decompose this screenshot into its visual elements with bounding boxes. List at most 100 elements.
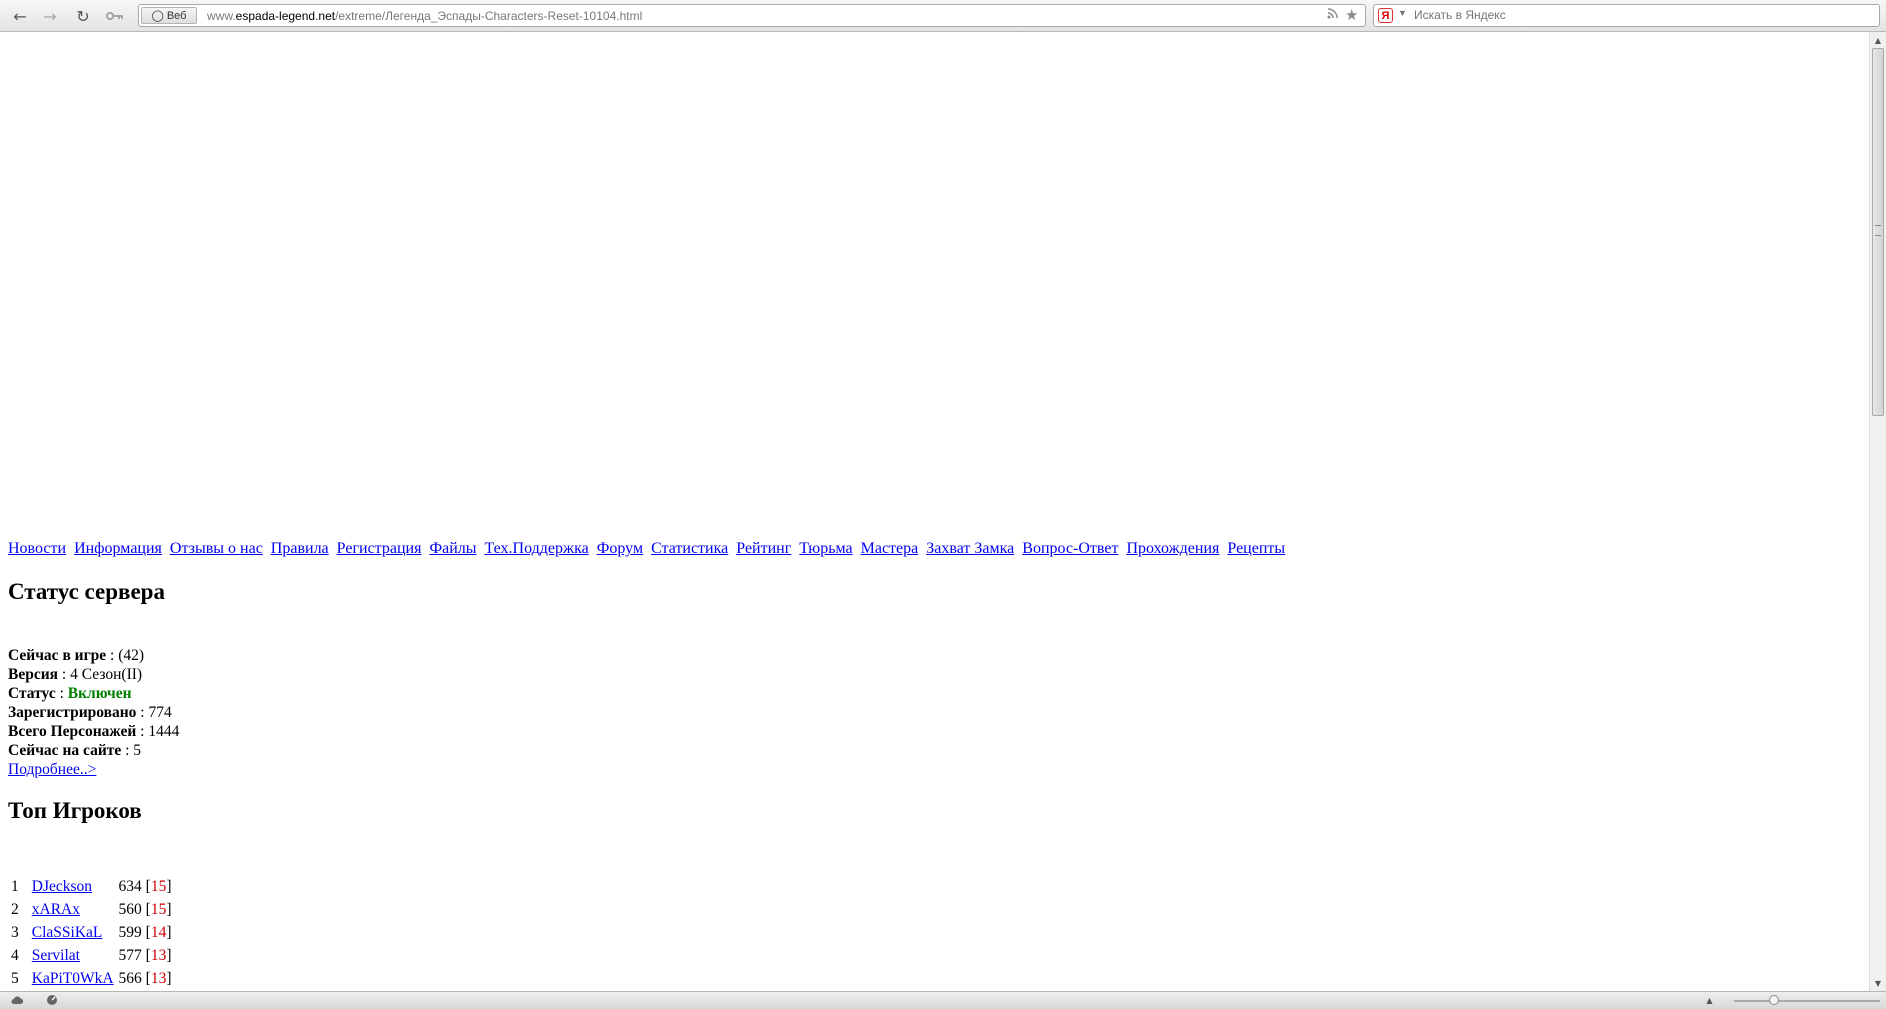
site-nav-menu: Новости Информация Отзывы о нас Правила … (8, 540, 1289, 558)
version-value: : 4 Сезон(II) (58, 666, 143, 683)
player-level: 15 (150, 877, 167, 895)
online-value: : (42) (106, 647, 145, 664)
web-chip[interactable]: ◯ Веб (141, 7, 197, 24)
player-score: 634 (118, 877, 142, 895)
player-score: 577 (118, 946, 142, 964)
player-link[interactable]: DJeckson (32, 878, 92, 895)
nav-link-support[interactable]: Тех.Поддержка (485, 540, 589, 557)
player-level: 13 (150, 969, 167, 987)
back-arrow-icon[interactable]: ← (9, 5, 31, 27)
player-level: 13 (150, 946, 167, 964)
nav-link-masters[interactable]: Мастера (861, 540, 919, 557)
player-link[interactable]: ClaSSiKaL (32, 924, 103, 941)
registered-row: Зарегистрировано : 774 (8, 703, 179, 722)
score-cell: 560 [15] (118, 900, 172, 918)
scroll-down-icon[interactable]: ▼ (1870, 975, 1886, 991)
nav-link-faq[interactable]: Вопрос-Ответ (1022, 540, 1118, 557)
version-row: Версия : 4 Сезон(II) (8, 665, 179, 684)
speed-icon[interactable] (45, 994, 58, 1006)
zoom-slider[interactable] (1734, 1000, 1880, 1002)
cloud-icon[interactable] (11, 994, 24, 1006)
nav-link-walkthroughs[interactable]: Прохождения (1126, 540, 1219, 557)
url-text[interactable]: www.espada-legend.net/extreme/Легенда_Эс… (207, 9, 642, 23)
rank-cell: 3 (11, 923, 19, 941)
yandex-logo-icon[interactable]: Я (1378, 8, 1393, 23)
registered-value: : 774 (136, 704, 172, 721)
nav-link-files[interactable]: Файлы (429, 540, 476, 557)
rank-cell: 4 (11, 946, 19, 964)
characters-label: Всего Персонажей (8, 723, 137, 740)
url-host: espada-legend.net (235, 9, 336, 23)
online-label: Сейчас в игре (8, 647, 107, 664)
player-name-cell: Servilat (29, 944, 116, 967)
player-level: 14 (150, 923, 167, 941)
browser-status-bar: ▲ (0, 991, 1886, 1009)
player-level: 15 (150, 900, 167, 918)
search-box[interactable]: Я ▼ (1373, 4, 1880, 27)
rss-icon[interactable] (1327, 8, 1338, 23)
url-path: /extreme/Легенда_Эспады-Characters-Reset… (335, 9, 643, 23)
score-cell: 599 [14] (118, 923, 172, 941)
player-name-cell: xARAx (29, 898, 116, 921)
chevron-up-icon[interactable]: ▲ (1703, 994, 1716, 1006)
scrollbar-thumb[interactable] (1872, 48, 1884, 416)
forward-arrow-icon[interactable]: → (39, 5, 61, 27)
player-link[interactable]: Servilat (32, 947, 80, 964)
top-players-heading: Топ Игроков (8, 798, 142, 823)
registered-label: Зарегистрировано (8, 704, 137, 721)
status-badge: Включен (67, 685, 132, 702)
online-row: Сейчас в игре : (42) (8, 646, 179, 665)
chevron-down-icon[interactable]: ▼ (1398, 8, 1407, 18)
server-status-block: Сейчас в игре : (42) Версия : 4 Сезон(II… (8, 646, 179, 779)
url-prefix: www. (207, 9, 236, 23)
more-row: Подробнее..> (8, 760, 179, 779)
player-link[interactable]: KaPiT0WkA (32, 970, 114, 987)
reload-icon[interactable]: ↻ (72, 5, 94, 27)
player-score: 566 (118, 969, 142, 987)
rank-cell: 5 (11, 969, 19, 987)
player-score: 599 (118, 923, 142, 941)
table-row: 1 DJeckson 634 [15] (8, 875, 174, 898)
characters-row: Всего Персонажей : 1444 (8, 722, 179, 741)
page-viewport: Новости Информация Отзывы о нас Правила … (0, 32, 1869, 991)
table-row: 4 Servilat 577 [13] (8, 944, 174, 967)
nav-link-castle-siege[interactable]: Захват Замка (926, 540, 1014, 557)
banner-area (0, 32, 1860, 532)
characters-value: : 1444 (136, 723, 180, 740)
score-cell: 634 [15] (118, 877, 172, 895)
player-link[interactable]: xARAx (32, 901, 80, 918)
zoom-slider-handle[interactable] (1769, 995, 1779, 1005)
player-name-cell: KaPiT0WkA (29, 967, 116, 990)
scroll-up-icon[interactable]: ▲ (1870, 32, 1886, 48)
nav-link-recipes[interactable]: Рецепты (1227, 540, 1285, 557)
grip-icon (1875, 225, 1881, 236)
key-icon[interactable] (104, 5, 126, 27)
table-row: 5 KaPiT0WkA 566 [13] (8, 967, 174, 990)
nav-link-info[interactable]: Информация (74, 540, 162, 557)
server-status-heading: Статус сервера (8, 579, 165, 604)
nav-link-news[interactable]: Новости (8, 540, 66, 557)
rank-cell: 1 (11, 877, 19, 895)
web-chip-label: Веб (166, 9, 187, 22)
version-label: Версия (8, 666, 59, 683)
on-site-label: Сейчас на сайте (8, 742, 122, 759)
address-bar[interactable]: ◯ Веб www.espada-legend.net/extreme/Леге… (138, 4, 1366, 27)
vertical-scrollbar[interactable]: ▲ ▼ (1869, 32, 1886, 991)
search-input[interactable] (1414, 8, 1864, 22)
status-label: Статус (8, 685, 56, 702)
nav-link-stats[interactable]: Статистика (651, 540, 728, 557)
score-cell: 566 [13] (118, 969, 172, 987)
nav-link-forum[interactable]: Форум (597, 540, 643, 557)
table-row: 3 ClaSSiKaL 599 [14] (8, 921, 174, 944)
more-details-link[interactable]: Подробнее..> (8, 761, 96, 778)
status-separator: : (55, 685, 68, 702)
star-icon[interactable]: ★ (1345, 6, 1358, 24)
nav-link-registration[interactable]: Регистрация (337, 540, 422, 557)
nav-link-jail[interactable]: Тюрьма (799, 540, 852, 557)
nav-link-rules[interactable]: Правила (271, 540, 329, 557)
player-score: 560 (118, 900, 142, 918)
on-site-value: : 5 (121, 742, 142, 759)
player-name-cell: ClaSSiKaL (29, 921, 116, 944)
nav-link-rating[interactable]: Рейтинг (736, 540, 791, 557)
nav-link-reviews[interactable]: Отзывы о нас (170, 540, 263, 557)
